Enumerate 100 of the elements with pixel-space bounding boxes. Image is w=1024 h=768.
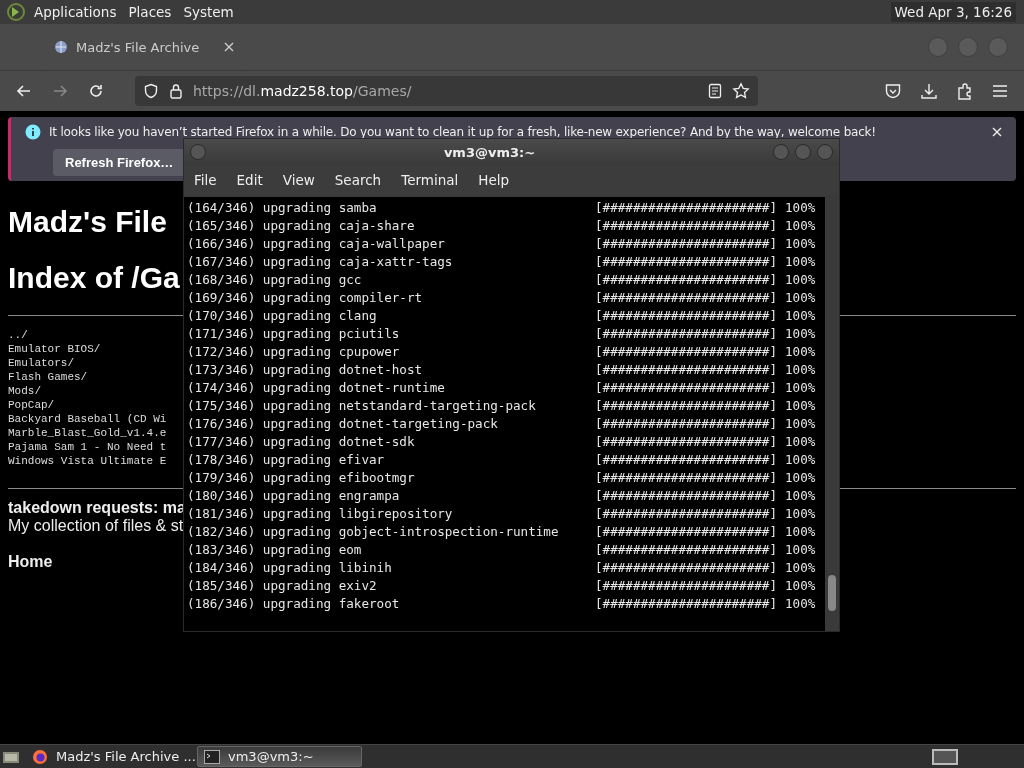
file-link[interactable]: PopCap/ xyxy=(8,398,55,412)
menu-item[interactable]: File xyxy=(194,172,217,188)
percent-text: 100% xyxy=(785,253,816,271)
panel-menu[interactable]: System xyxy=(183,4,234,20)
file-link[interactable]: Backyard Baseball (CD Wi xyxy=(8,412,167,426)
tab-title: Madz's File Archive xyxy=(76,39,201,55)
terminal-line: (176/346) upgrading dotnet-targeting-pack xyxy=(187,415,499,433)
menu-item[interactable]: Terminal xyxy=(401,172,459,188)
terminal-line: (184/346) upgrading libinih xyxy=(187,559,393,577)
terminal-line: (165/346) upgrading caja-share xyxy=(187,217,416,235)
progress-bar-text: [######################] xyxy=(595,469,777,487)
terminal-line: (180/346) upgrading engrampa xyxy=(187,487,401,505)
terminal-line: (170/346) upgrading clang xyxy=(187,307,378,325)
percent-text: 100% xyxy=(785,199,816,217)
progress-bar-text: [######################] xyxy=(595,577,777,595)
progress-bar-text: [######################] xyxy=(595,451,777,469)
progress-bar-text: [######################] xyxy=(595,379,777,397)
terminal-line: (178/346) upgrading efivar xyxy=(187,451,386,469)
percent-text: 100% xyxy=(785,217,816,235)
percent-text: 100% xyxy=(785,325,816,343)
percent-text: 100% xyxy=(785,433,816,451)
progress-bar-text: [######################] xyxy=(595,487,777,505)
percent-text: 100% xyxy=(785,523,816,541)
file-link[interactable]: Marble_Blast_Gold_v1.4.e xyxy=(8,426,167,440)
menu-item[interactable]: Search xyxy=(334,172,382,188)
home-link[interactable]: Home xyxy=(8,553,53,571)
progress-bar-text: [######################] xyxy=(595,217,777,235)
taskbar-item[interactable]: vm3@vm3:~ xyxy=(197,746,362,767)
progress-bar-text: [######################] xyxy=(595,397,777,415)
file-link[interactable]: Pajama Sam 1 - No Need t xyxy=(8,440,167,454)
progress-bar-text: [######################] xyxy=(595,433,777,451)
percent-text: 100% xyxy=(785,415,816,433)
window-title: vm3@vm3:~ xyxy=(442,144,537,160)
progress-bar-text: [######################] xyxy=(595,361,777,379)
menu-item[interactable]: Edit xyxy=(236,172,263,188)
file-link[interactable]: Emulators/ xyxy=(8,356,74,370)
percent-text: 100% xyxy=(785,505,816,523)
description-text: My collection of files & st xyxy=(8,517,184,535)
file-link[interactable]: Mods/ xyxy=(8,384,41,398)
progress-bar-text: [######################] xyxy=(595,307,777,325)
terminal-line: (168/346) upgrading gcc xyxy=(187,271,363,289)
terminal-line: (185/346) upgrading exiv2 xyxy=(187,577,378,595)
page-heading: Index of /Ga xyxy=(8,261,180,295)
terminal-line: (171/346) upgrading pciutils xyxy=(187,325,401,343)
progress-bar-text: [######################] xyxy=(595,415,777,433)
terminal-line: (175/346) upgrading netstandard-targeting-pack xyxy=(187,397,537,415)
url-text[interactable]: https://dl.madz258.top/Games/ xyxy=(193,83,412,99)
percent-text: 100% xyxy=(785,577,816,595)
notification-message: It looks like you haven’t started Firefox in a while. Do you want to clean it up for a fresh, like-new experience? And by the way, welcome back! xyxy=(49,125,876,139)
terminal-line: (166/346) upgrading caja-wallpaper xyxy=(187,235,446,253)
terminal-line: (181/346) upgrading libgirepository xyxy=(187,505,454,523)
percent-text: 100% xyxy=(785,289,816,307)
percent-text: 100% xyxy=(785,595,816,613)
progress-bar-text: [######################] xyxy=(595,199,777,217)
progress-bar-text: [######################] xyxy=(595,271,777,289)
percent-text: 100% xyxy=(785,379,816,397)
progress-bar-text: [######################] xyxy=(595,343,777,361)
percent-text: 100% xyxy=(785,541,816,559)
percent-text: 100% xyxy=(785,451,816,469)
percent-text: 100% xyxy=(785,343,816,361)
terminal-line: (173/346) upgrading dotnet-host xyxy=(187,361,424,379)
percent-text: 100% xyxy=(785,271,816,289)
clock[interactable]: Wed Apr 3, 16:26 xyxy=(890,2,1016,22)
progress-bar-text: [######################] xyxy=(595,523,777,541)
percent-text: 100% xyxy=(785,397,816,415)
progress-bar-text: [######################] xyxy=(595,541,777,559)
file-link[interactable]: Emulator BIOS/ xyxy=(8,342,101,356)
percent-text: 100% xyxy=(785,487,816,505)
percent-text: 100% xyxy=(785,307,816,325)
menu-item[interactable]: Help xyxy=(478,172,510,188)
terminal-line: (186/346) upgrading fakeroot xyxy=(187,595,401,613)
progress-bar-text: [######################] xyxy=(595,235,777,253)
percent-text: 100% xyxy=(785,361,816,379)
percent-text: 100% xyxy=(785,235,816,253)
menu-item[interactable]: View xyxy=(282,172,315,188)
terminal-line: (169/346) upgrading compiler-rt xyxy=(187,289,424,307)
terminal-line: (179/346) upgrading efibootmgr xyxy=(187,469,416,487)
progress-bar-text: [######################] xyxy=(595,505,777,523)
terminal-line: (167/346) upgrading caja-xattr-tags xyxy=(187,253,454,271)
percent-text: 100% xyxy=(785,469,816,487)
file-link[interactable]: ../ xyxy=(8,328,28,342)
refresh-button[interactable]: Refresh Firefox… xyxy=(53,149,186,176)
terminal-line: (164/346) upgrading samba xyxy=(187,199,378,217)
progress-bar-text: [######################] xyxy=(595,253,777,271)
percent-text: 100% xyxy=(785,559,816,577)
panel-menu[interactable]: Applications xyxy=(34,4,117,20)
progress-bar-text: [######################] xyxy=(595,595,777,613)
file-link[interactable]: Windows Vista Ultimate E xyxy=(8,454,167,468)
progress-bar-text: [######################] xyxy=(595,325,777,343)
terminal-line: (177/346) upgrading dotnet-sdk xyxy=(187,433,416,451)
progress-bar-text: [######################] xyxy=(595,289,777,307)
file-link[interactable]: Flash Games/ xyxy=(8,370,88,384)
terminal-line: (174/346) upgrading dotnet-runtime xyxy=(187,379,446,397)
address-bar[interactable]: https://dl.madz258.top/Games/ xyxy=(135,76,758,106)
terminal-line: (172/346) upgrading cpupower xyxy=(187,343,401,361)
terminal-line: (182/346) upgrading gobject-introspection-runtime xyxy=(187,523,560,541)
terminal-line: (183/346) upgrading eom xyxy=(187,541,363,559)
panel-menu[interactable]: Places xyxy=(128,4,172,20)
page-title: Madz's File xyxy=(8,205,167,239)
progress-bar-text: [######################] xyxy=(595,559,777,577)
